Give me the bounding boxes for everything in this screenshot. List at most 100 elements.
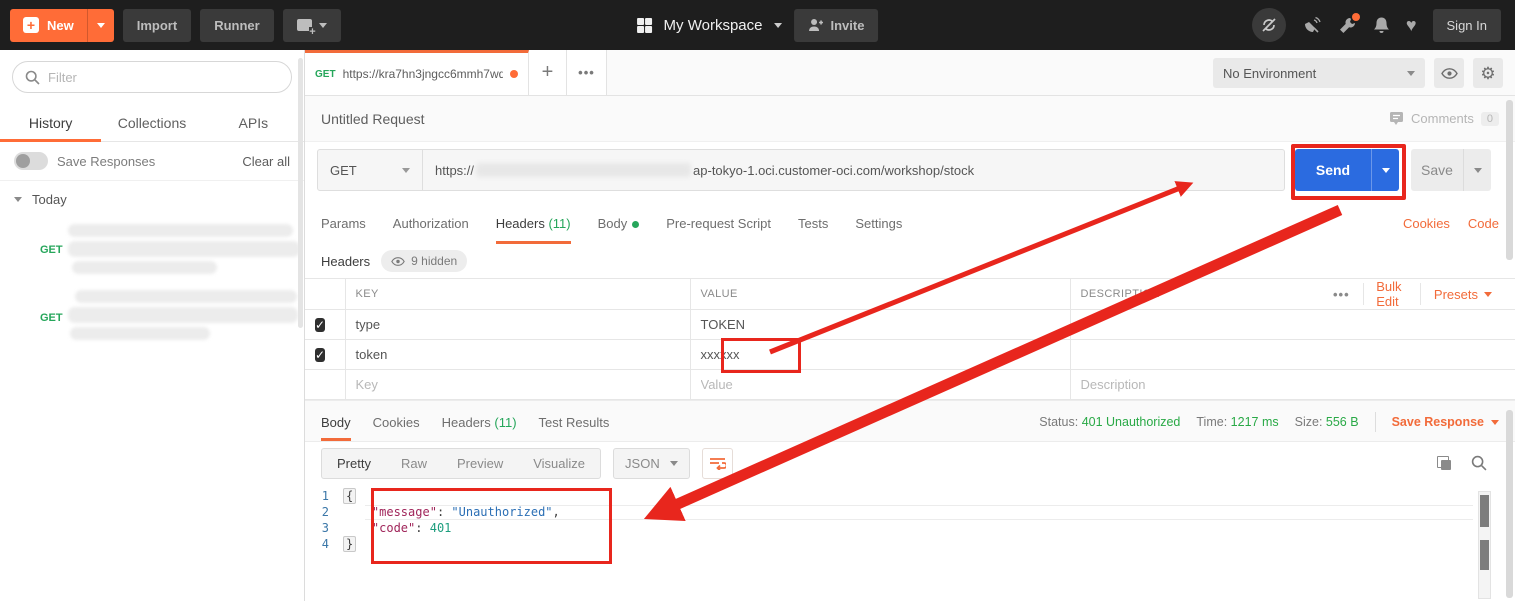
tab-options-button[interactable]: ••• xyxy=(567,50,607,95)
tab-response-body[interactable]: Body xyxy=(321,415,351,441)
chevron-down-icon xyxy=(1382,168,1390,173)
history-item[interactable]: GET xyxy=(0,220,304,282)
unsaved-dot-icon xyxy=(510,70,518,78)
line-number: 1 xyxy=(305,488,343,504)
main-scrollbar[interactable] xyxy=(1506,100,1513,260)
new-key-input[interactable] xyxy=(356,377,680,392)
tab-body[interactable]: Body xyxy=(598,216,640,244)
environment-selector[interactable]: No Environment xyxy=(1213,58,1425,88)
table-menu-button[interactable]: ••• xyxy=(1320,287,1363,302)
comments-count-badge: 0 xyxy=(1481,112,1499,126)
plus-icon: + xyxy=(23,17,39,33)
sync-off-icon xyxy=(1260,16,1278,34)
chevron-down-icon xyxy=(97,23,105,28)
tab-headers[interactable]: Headers (11) xyxy=(496,216,571,244)
method-selector[interactable]: GET xyxy=(317,149,423,191)
response-section-bar: Body Cookies Headers (11) Test Results S… xyxy=(305,400,1515,442)
history-group-today[interactable]: Today xyxy=(0,181,304,218)
view-mode-switch: Pretty Raw Preview Visualize xyxy=(321,448,601,479)
import-button[interactable]: Import xyxy=(123,9,191,42)
chevron-down-icon xyxy=(319,23,327,28)
clear-all-link[interactable]: Clear all xyxy=(242,154,290,169)
send-options-caret[interactable] xyxy=(1371,149,1399,191)
json-line: "message": "Unauthorized", xyxy=(343,504,560,520)
view-pretty[interactable]: Pretty xyxy=(322,449,386,478)
column-value: VALUE xyxy=(690,279,1070,310)
json-open-brace[interactable]: { xyxy=(343,488,356,504)
settings-button[interactable]: ⚙ xyxy=(1473,58,1503,88)
save-button[interactable]: Save xyxy=(1411,149,1463,191)
chevron-down-icon[interactable] xyxy=(774,23,782,28)
header-description-cell[interactable] xyxy=(1070,310,1310,340)
tab-response-cookies[interactable]: Cookies xyxy=(373,415,420,441)
column-key: KEY xyxy=(345,279,690,310)
code-link[interactable]: Code xyxy=(1468,216,1499,244)
header-value-cell[interactable]: TOKEN xyxy=(690,310,1070,340)
bell-icon[interactable] xyxy=(1373,16,1390,35)
view-preview[interactable]: Preview xyxy=(442,449,518,478)
response-scrollbar[interactable] xyxy=(1506,410,1513,598)
tab-collections[interactable]: Collections xyxy=(101,104,202,141)
new-value-input[interactable] xyxy=(701,377,1060,392)
format-label: JSON xyxy=(625,456,660,471)
view-visualize[interactable]: Visualize xyxy=(518,449,600,478)
tab-authorization[interactable]: Authorization xyxy=(393,216,469,244)
search-icon[interactable] xyxy=(1471,455,1487,471)
url-input[interactable]: https:// ap-tokyo-1.oci.customer-oci.com… xyxy=(423,149,1285,191)
sync-disabled-button[interactable] xyxy=(1252,8,1286,42)
format-selector[interactable]: JSON xyxy=(613,448,690,479)
comments-button[interactable]: Comments 0 xyxy=(1389,111,1499,126)
add-tab-button[interactable]: + xyxy=(529,50,567,95)
view-raw[interactable]: Raw xyxy=(386,449,442,478)
tab-apis[interactable]: APIs xyxy=(203,104,304,141)
header-key-cell[interactable]: token xyxy=(345,340,690,370)
sign-in-button[interactable]: Sign In xyxy=(1433,9,1501,42)
send-button[interactable]: Send xyxy=(1295,149,1371,191)
hidden-headers-toggle[interactable]: 9 hidden xyxy=(381,250,467,272)
setup-button[interactable] xyxy=(1338,16,1357,35)
environment-preview-button[interactable] xyxy=(1434,58,1464,88)
tab-response-headers[interactable]: Headers (11) xyxy=(442,415,517,441)
presets-dropdown[interactable]: Presets xyxy=(1421,287,1505,302)
heart-icon[interactable]: ♥ xyxy=(1406,15,1417,36)
tab-tests[interactable]: Tests xyxy=(798,216,828,244)
invite-button[interactable]: Invite xyxy=(794,9,878,42)
header-key-cell[interactable]: type xyxy=(345,310,690,340)
method-selected: GET xyxy=(330,163,357,178)
filter-input[interactable] xyxy=(48,70,279,85)
copy-icon[interactable] xyxy=(1437,456,1451,470)
bulk-edit-link[interactable]: Bulk Edit xyxy=(1363,279,1420,309)
save-options-caret[interactable] xyxy=(1463,149,1491,191)
save-responses-label: Save Responses xyxy=(57,154,155,169)
wrap-text-button[interactable] xyxy=(702,448,733,479)
runner-button[interactable]: Runner xyxy=(200,9,274,42)
cookies-link[interactable]: Cookies xyxy=(1403,216,1450,244)
new-description-input[interactable] xyxy=(1081,377,1301,392)
header-description-cell[interactable] xyxy=(1070,340,1310,370)
tab-pre-request-script[interactable]: Pre-request Script xyxy=(666,216,771,244)
request-title[interactable]: Untitled Request xyxy=(321,111,425,127)
new-dropdown-caret[interactable] xyxy=(87,9,114,42)
history-item[interactable]: GET xyxy=(0,288,304,350)
workspace-selector[interactable]: My Workspace xyxy=(664,17,763,34)
tab-test-results[interactable]: Test Results xyxy=(539,415,610,441)
satellite-icon[interactable] xyxy=(1302,15,1322,35)
row-checkbox[interactable]: ✓ xyxy=(315,348,325,362)
new-button[interactable]: +New xyxy=(10,9,114,42)
tab-history[interactable]: History xyxy=(0,104,101,141)
row-checkbox[interactable]: ✓ xyxy=(315,318,325,332)
json-close-brace[interactable]: } xyxy=(343,536,356,552)
filter-search[interactable] xyxy=(12,61,292,93)
save-responses-toggle[interactable] xyxy=(14,152,48,170)
tab-settings[interactable]: Settings xyxy=(855,216,902,244)
tab-params[interactable]: Params xyxy=(321,216,366,244)
open-request-tab[interactable]: GET https://kra7hn3jngcc6mmh7wq... xyxy=(305,50,529,95)
url-redacted-segment xyxy=(476,163,691,177)
header-value-cell[interactable]: xxxxxx xyxy=(690,340,1070,370)
sidebar-scrollbar[interactable] xyxy=(298,58,303,328)
save-response-dropdown[interactable]: Save Response xyxy=(1392,415,1499,429)
new-window-button[interactable] xyxy=(283,9,341,42)
tab-url-label: https://kra7hn3jngcc6mmh7wq... xyxy=(343,67,503,81)
editor-scrollbar[interactable] xyxy=(1478,491,1491,599)
status-badge: Status: 401 Unauthorized xyxy=(1039,415,1180,429)
